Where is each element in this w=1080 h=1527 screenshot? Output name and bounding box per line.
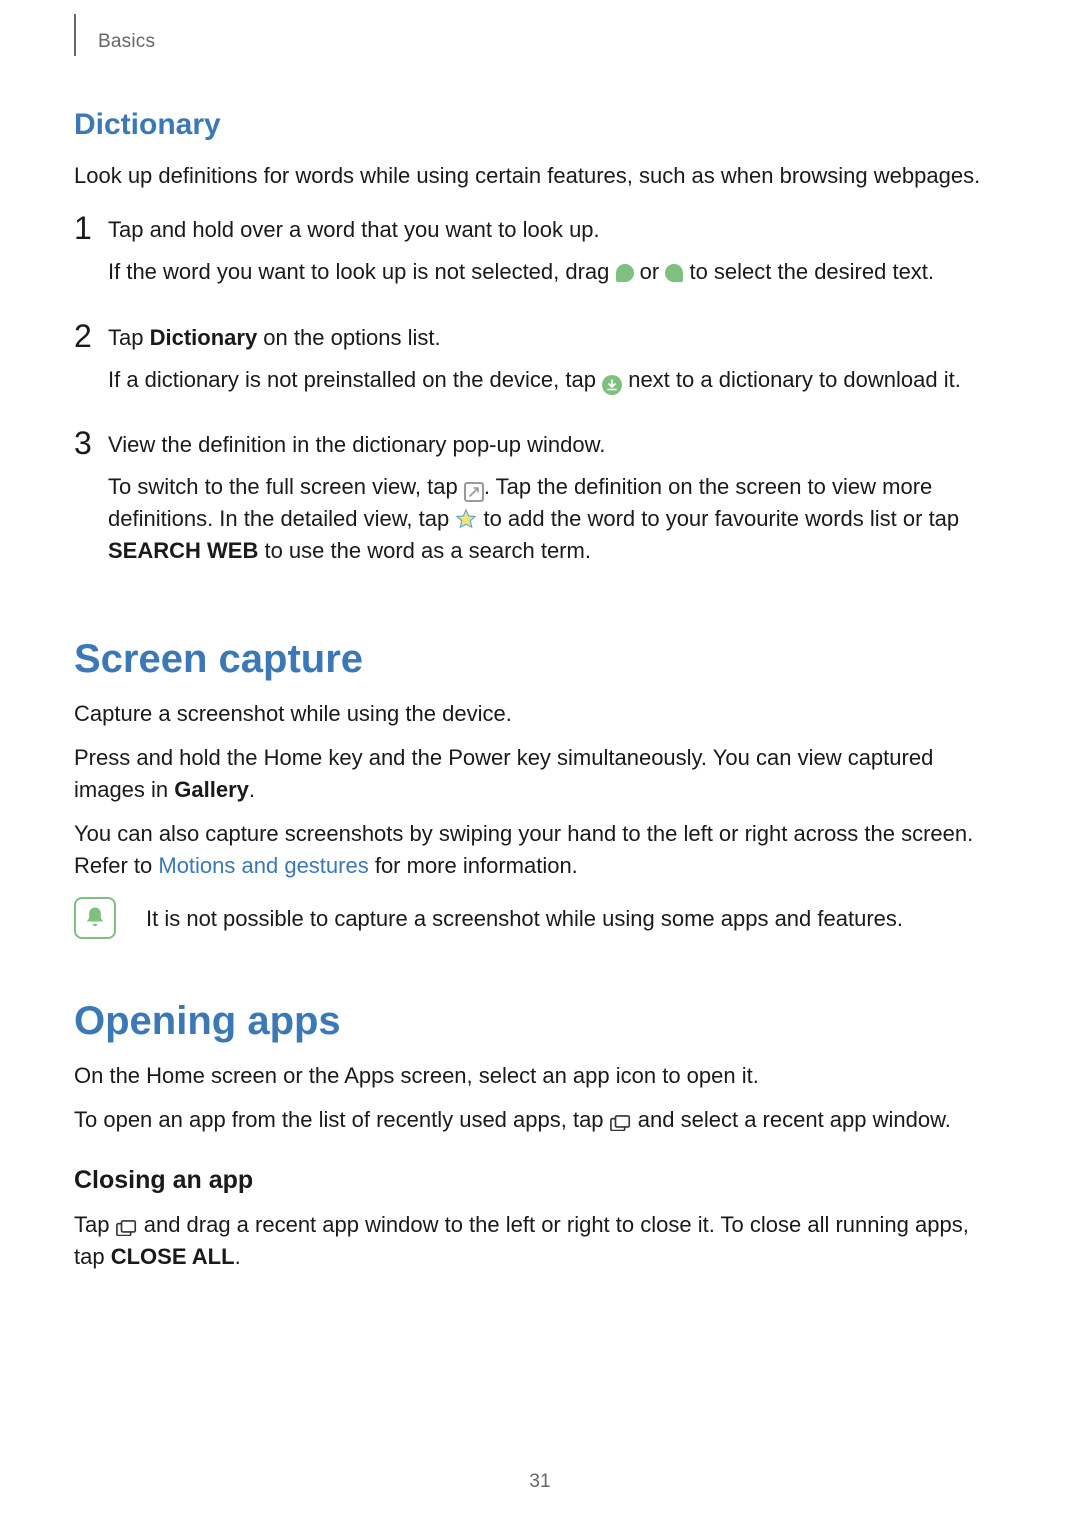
step-number: 2 <box>74 320 108 352</box>
section-label: Basics <box>98 31 155 53</box>
page-number: 31 <box>0 1471 1080 1493</box>
link-motions-gestures[interactable]: Motions and gestures <box>158 853 368 878</box>
step-1: 1 Tap and hold over a word that you want… <box>74 212 990 298</box>
dictionary-steps: 1 Tap and hold over a word that you want… <box>74 212 990 577</box>
star-icon <box>455 507 477 529</box>
heading-dictionary: Dictionary <box>74 108 990 142</box>
body-text: You can also capture screenshots by swip… <box>74 818 990 882</box>
bold-text: SEARCH WEB <box>108 538 258 563</box>
recent-apps-icon <box>116 1213 138 1231</box>
bold-text: Gallery <box>174 777 249 802</box>
text-fragment: for more information. <box>369 853 578 878</box>
step-text: To switch to the full screen view, tap .… <box>108 471 990 567</box>
text-fragment: and select a recent app window. <box>638 1107 951 1132</box>
step-number: 3 <box>74 427 108 459</box>
step-body: Tap Dictionary on the options list. If a… <box>108 320 990 406</box>
step-text: If the word you want to look up is not s… <box>108 256 990 288</box>
text-fragment: . <box>235 1244 241 1269</box>
step-text: View the definition in the dictionary po… <box>108 429 990 461</box>
download-icon <box>602 375 622 395</box>
step-text: Tap and hold over a word that you want t… <box>108 214 990 246</box>
text-handle-left-icon <box>616 264 634 282</box>
body-text: Capture a screenshot while using the dev… <box>74 698 990 730</box>
text-fragment: Tap <box>108 325 150 350</box>
step-body: View the definition in the dictionary po… <box>108 427 990 577</box>
text-fragment: To open an app from the list of recently… <box>74 1107 610 1132</box>
recent-apps-icon <box>610 1108 632 1126</box>
text-handle-right-icon <box>665 264 683 282</box>
note-block: It is not possible to capture a screensh… <box>74 897 990 939</box>
text-fragment: To switch to the full screen view, tap <box>108 474 464 499</box>
text-fragment: to add the word to your favourite words … <box>483 506 959 531</box>
body-text: Press and hold the Home key and the Powe… <box>74 742 990 806</box>
step-text: If a dictionary is not preinstalled on t… <box>108 364 990 396</box>
step-text: Tap Dictionary on the options list. <box>108 322 990 354</box>
step-2: 2 Tap Dictionary on the options list. If… <box>74 320 990 406</box>
bold-text: CLOSE ALL <box>111 1244 235 1269</box>
text-fragment: to use the word as a search term. <box>258 538 591 563</box>
text-fragment: next to a dictionary to download it. <box>628 367 961 392</box>
heading-closing-app: Closing an app <box>74 1166 990 1195</box>
text-fragment: If the word you want to look up is not s… <box>108 259 616 284</box>
fullscreen-icon <box>464 482 484 502</box>
text-fragment: If a dictionary is not preinstalled on t… <box>108 367 602 392</box>
text-fragment: to select the desired text. <box>689 259 934 284</box>
heading-opening-apps: Opening apps <box>74 999 990 1044</box>
header-divider <box>74 14 76 56</box>
step-3: 3 View the definition in the dictionary … <box>74 427 990 577</box>
text-fragment: Tap <box>74 1212 116 1237</box>
step-number: 1 <box>74 212 108 244</box>
bold-text: Dictionary <box>150 325 258 350</box>
page-header: Basics <box>74 28 990 56</box>
note-bell-icon <box>74 897 116 939</box>
text-fragment: . <box>249 777 255 802</box>
heading-screen-capture: Screen capture <box>74 637 990 682</box>
note-text: It is not possible to capture a screensh… <box>146 897 903 935</box>
text-fragment: on the options list. <box>257 325 440 350</box>
body-text: On the Home screen or the Apps screen, s… <box>74 1060 990 1092</box>
step-body: Tap and hold over a word that you want t… <box>108 212 990 298</box>
body-text: To open an app from the list of recently… <box>74 1104 990 1136</box>
body-text: Tap and drag a recent app window to the … <box>74 1209 990 1273</box>
text-fragment: or <box>640 259 666 284</box>
dictionary-intro: Look up definitions for words while usin… <box>74 160 990 192</box>
